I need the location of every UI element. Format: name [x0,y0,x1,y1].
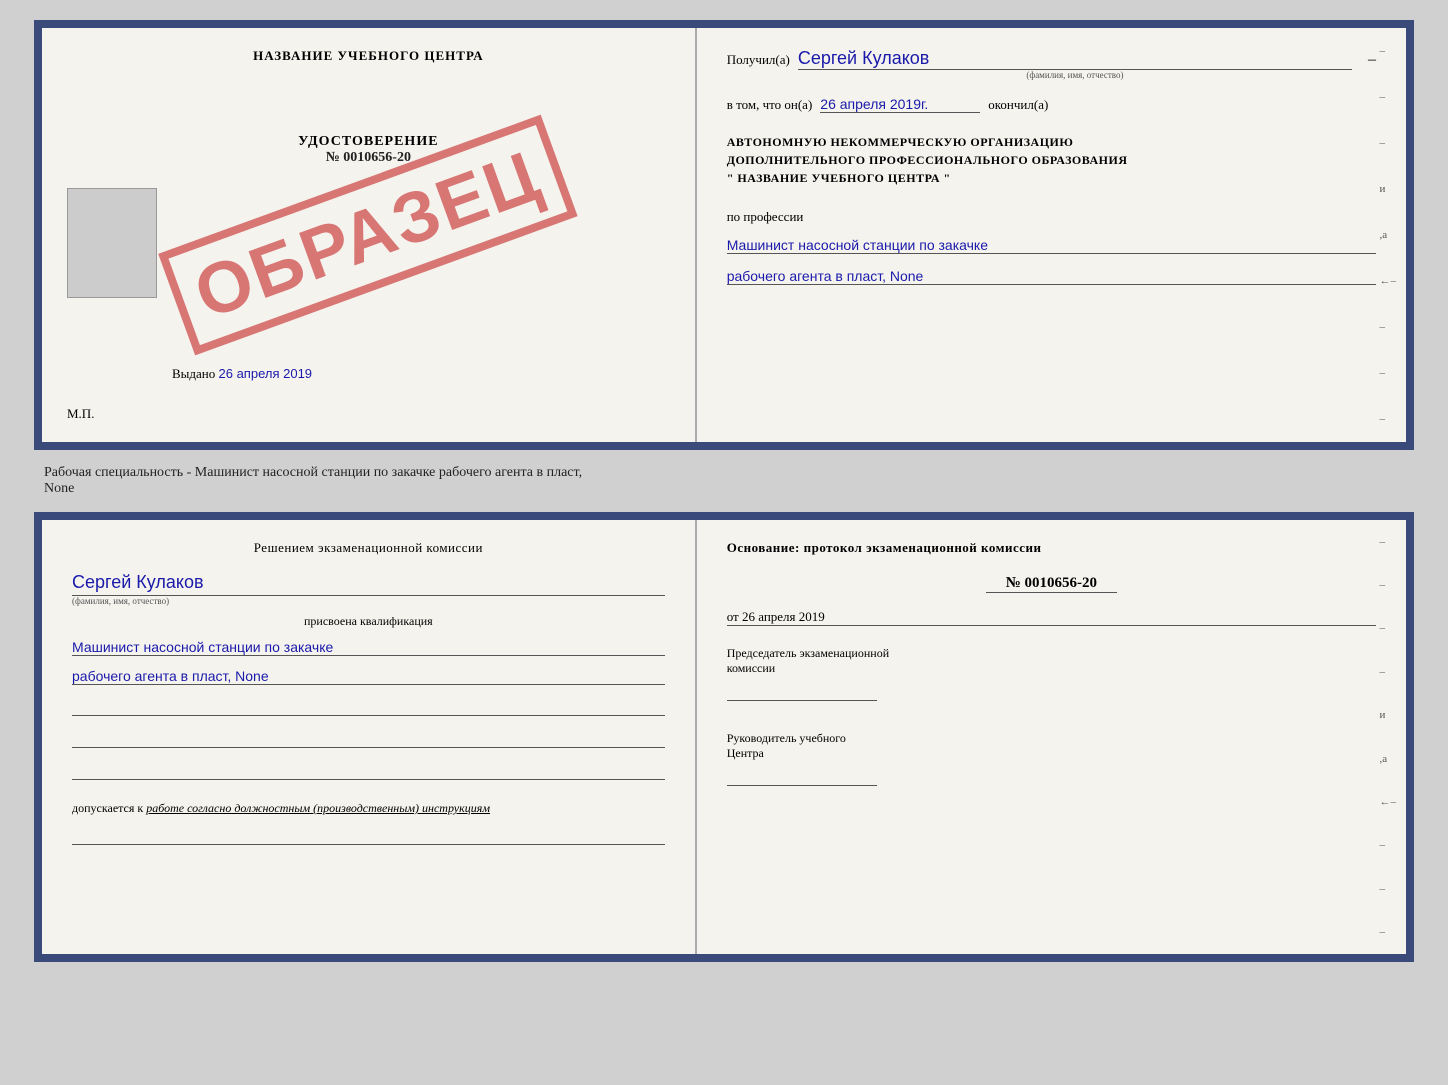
in-that-date: 26 апреля 2019г. [820,96,980,113]
chairman-line2: комиссии [727,661,1376,676]
dopuskaetsya-value: работе согласно должностным (производств… [146,801,490,815]
chairman-line1: Председатель экзаменационной [727,646,1376,661]
vydano-date: 26 апреля 2019 [219,366,313,381]
qual-line1: Машинист насосной станции по закачке [72,639,665,656]
rukovoditel-sign-line [727,766,877,786]
top-document: НАЗВАНИЕ УЧЕБНОГО ЦЕНТРА УДОСТОВЕРЕНИЕ №… [34,20,1414,450]
bottom-doc-left: Решением экзаменационной комиссии Сергей… [42,520,697,954]
bottom-right-dashes: – – – – и ,а ←– – – – [1379,520,1396,954]
empty-line-1 [72,698,665,716]
qual-line2: рабочего агента в пласт, None [72,668,665,685]
empty-line-4 [72,827,665,845]
org-line3: " НАЗВАНИЕ УЧЕБНОГО ЦЕНТРА " [727,169,1376,187]
empty-line-2 [72,730,665,748]
finished-label: окончил(а) [988,97,1048,113]
received-name-block: Сергей Кулаков (фамилия, имя, отчество) [798,48,1352,80]
dopuskaetsya-block: допускается к работе согласно должностны… [72,801,665,816]
vydano-block: Выдано 26 апреля 2019 [172,366,312,382]
top-left-title: НАЗВАНИЕ УЧЕБНОГО ЦЕНТРА [253,48,484,64]
in-that-block: в том, что он(а) 26 апреля 2019г. окончи… [727,96,1376,113]
org-line2: ДОПОЛНИТЕЛЬНОГО ПРОФЕССИОНАЛЬНОГО ОБРАЗО… [727,151,1376,169]
rukovoditel-block: Руководитель учебного Центра [727,731,1376,791]
prisvoyena-label: присвоена квалификация [72,614,665,629]
cert-block: УДОСТОВЕРЕНИЕ № 0010656-20 [298,134,438,166]
vydano-label: Выдано [172,366,215,381]
bottom-name-sub: (фамилия, имя, отчество) [72,596,665,606]
rukovoditel-line2: Центра [727,746,1376,761]
middle-text-line2: None [44,481,74,496]
profession-line2: рабочего агента в пласт, None [727,268,1376,285]
middle-text-block: Рабочая специальность - Машинист насосно… [34,465,1414,497]
dopuskaetsya-label: допускается к [72,801,143,815]
protocol-num: № 0010656-20 [986,575,1117,593]
bottom-document: Решением экзаменационной комиссии Сергей… [34,512,1414,962]
by-profession-label: по профессии [727,209,1376,225]
profession-line1: Машинист насосной станции по закачке [727,237,1376,254]
cert-number: № 0010656-20 [298,150,438,166]
empty-line-3 [72,762,665,780]
bottom-name-block: Сергей Кулаков (фамилия, имя, отчество) [72,572,665,606]
ot-label: от [727,609,739,624]
received-name: Сергей Кулаков [798,48,1352,70]
chairman-sign-line [727,681,877,701]
bottom-doc-right: Основание: протокол экзаменационной коми… [697,520,1406,954]
protocol-block: № 0010656-20 [727,574,1376,593]
chairman-block: Председатель экзаменационной комиссии [727,646,1376,706]
cert-title: УДОСТОВЕРЕНИЕ [298,134,438,150]
top-doc-right: Получил(а) Сергей Кулаков (фамилия, имя,… [697,28,1406,442]
org-block: АВТОНОМНУЮ НЕКОММЕРЧЕСКУЮ ОРГАНИЗАЦИЮ ДО… [727,133,1376,187]
received-label: Получил(а) [727,52,790,68]
middle-text-line1: Рабочая специальность - Машинист насосно… [44,465,582,480]
photo-placeholder [67,188,157,298]
right-dashes: – – – и ,а ←– – – – [1379,28,1396,442]
dash-separator: – [1368,51,1376,69]
rukovoditel-line1: Руководитель учебного [727,731,1376,746]
osnovaniye-label: Основание: протокол экзаменационной коми… [727,540,1376,556]
mp-label: М.П. [67,406,94,422]
received-block: Получил(а) Сергей Кулаков (фамилия, имя,… [727,48,1376,80]
ot-date-block: от 26 апреля 2019 [727,609,1376,626]
received-name-sub: (фамилия, имя, отчество) [798,70,1352,80]
in-that-label: в том, что он(а) [727,97,813,113]
org-line1: АВТОНОМНУЮ НЕКОММЕРЧЕСКУЮ ОРГАНИЗАЦИЮ [727,133,1376,151]
komissia-title: Решением экзаменационной комиссии [72,540,665,556]
ot-date: 26 апреля 2019 [742,609,825,624]
top-doc-left: НАЗВАНИЕ УЧЕБНОГО ЦЕНТРА УДОСТОВЕРЕНИЕ №… [42,28,697,442]
bottom-name: Сергей Кулаков [72,572,665,596]
